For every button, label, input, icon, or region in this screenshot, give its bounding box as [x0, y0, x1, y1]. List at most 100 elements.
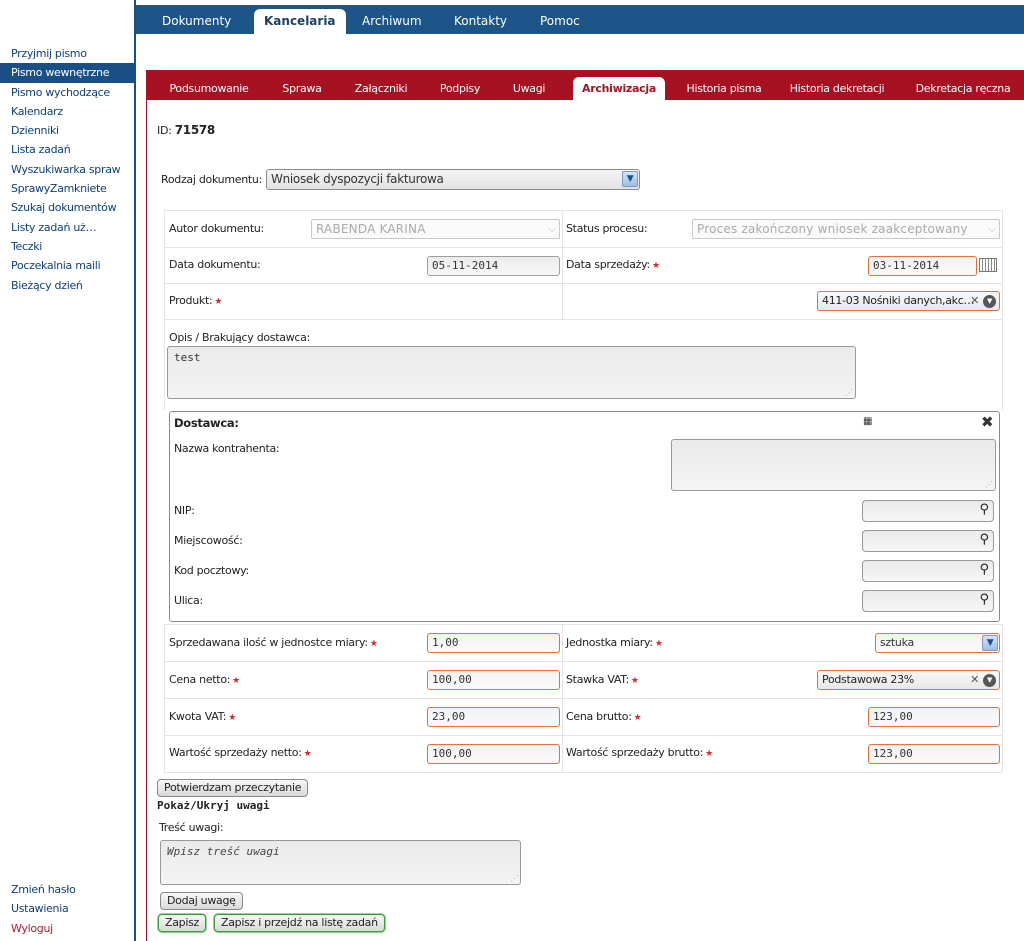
sidebar-item-pismo-wychodzace[interactable]: Pismo wychodzące: [0, 83, 135, 102]
close-icon[interactable]: ✖: [981, 413, 994, 431]
divider: [164, 698, 1002, 699]
tab-dokumenty[interactable]: Dokumenty: [152, 9, 241, 34]
subtab-podsumowanie[interactable]: Podsumowanie: [169, 77, 249, 100]
grid-icon[interactable]: ▦: [863, 416, 872, 427]
calendar-icon[interactable]: [979, 258, 997, 272]
unit-label: Jednostka miary: ★: [566, 636, 663, 649]
tab-archiwum[interactable]: Archiwum: [352, 9, 432, 34]
chevron-down-icon: ▼: [982, 635, 998, 651]
street-label: Ulica:: [174, 594, 203, 607]
settings-link[interactable]: Ustawienia: [0, 899, 135, 918]
sale-date-field[interactable]: 03-11-2014: [868, 256, 977, 276]
subtab-dekretacja-reczna[interactable]: Dekretacja ręczna: [913, 77, 1013, 100]
subtab-uwagi[interactable]: Uwagi: [507, 77, 551, 100]
subtab-historia-dekretacji[interactable]: Historia dekretacji: [787, 77, 887, 100]
save-button[interactable]: Zapisz: [158, 914, 207, 932]
city-search-input[interactable]: ⚲: [862, 530, 994, 552]
supplier-title: Dostawca:: [174, 416, 239, 430]
chevron-down-icon[interactable]: ▼: [983, 674, 996, 687]
resize-grip-icon[interactable]: ⋰: [985, 481, 993, 489]
required-star-icon: ★: [228, 713, 236, 723]
divider: [164, 247, 1002, 248]
tab-kancelaria[interactable]: Kancelaria: [254, 9, 346, 34]
gross-sale-value-input[interactable]: 123,00: [868, 744, 1000, 764]
nip-label: NIP:: [174, 504, 195, 517]
add-note-button[interactable]: Dodaj uwagę: [160, 892, 243, 910]
product-select[interactable]: 411-03 Nośniki danych,akc… ✕ ▼: [817, 291, 1000, 311]
street-search-input[interactable]: ⚲: [862, 590, 994, 612]
vat-rate-select[interactable]: Podstawowa 23% ✕ ▼: [817, 670, 1000, 690]
contractor-name-textarea[interactable]: ⋰: [671, 439, 996, 491]
divider: [164, 210, 165, 410]
document-panel: Podsumowanie Sprawa Załączniki Podpisy U…: [146, 70, 1024, 941]
sidebar-item-sprawy-zamkniete[interactable]: SprawyZamkniete: [0, 179, 135, 198]
search-icon[interactable]: ⚲: [979, 562, 989, 577]
author-select: RABENDA KARINA ⌵: [311, 219, 560, 239]
divider: [1002, 624, 1003, 772]
description-label: Opis / Brakujący dostawca:: [169, 331, 310, 344]
unit-select[interactable]: sztuka ▼: [875, 633, 1000, 653]
document-id: ID: 71578: [157, 123, 215, 137]
divider: [164, 624, 165, 772]
divider: [1002, 210, 1003, 410]
chevron-down-icon[interactable]: ▼: [983, 295, 996, 308]
chevron-down-icon: ⌵: [988, 224, 996, 235]
description-textarea[interactable]: test ⋰: [167, 346, 856, 399]
tab-kontakty[interactable]: Kontakty: [444, 9, 517, 34]
net-price-label: Cena netto: ★: [169, 673, 240, 686]
clear-icon[interactable]: ✕: [970, 292, 979, 310]
confirm-read-button[interactable]: Potwierdzam przeczytanie: [157, 779, 309, 797]
net-sale-value-label: Wartość sprzedaży netto: ★: [169, 746, 312, 759]
sidebar-item-listy-zadan-uz[interactable]: Listy zadań uż…: [0, 218, 135, 237]
clear-icon[interactable]: ✕: [970, 671, 979, 689]
sidebar-item-kalendarz[interactable]: Kalendarz: [0, 102, 135, 121]
required-star-icon: ★: [651, 261, 660, 271]
top-navigation: Dokumenty Kancelaria Archiwum Kontakty P…: [136, 5, 1024, 34]
document-type-select[interactable]: Wniosek dyspozycji fakturowa ▼: [266, 169, 640, 190]
sidebar-item-pismo-wewnetrzne[interactable]: Pismo wewnętrzne: [0, 63, 135, 83]
sidebar-item-poczekalnia-maili[interactable]: Poczekalnia maili: [0, 256, 135, 275]
divider: [562, 624, 563, 772]
logout-link[interactable]: Wyloguj: [0, 919, 135, 938]
gross-price-label: Cena brutto: ★: [566, 710, 642, 723]
change-password-link[interactable]: Zmień hasło: [0, 880, 135, 899]
search-icon[interactable]: ⚲: [979, 532, 989, 547]
note-content-textarea[interactable]: Wpisz treść uwagi ⋰: [160, 840, 521, 885]
subtab-zalaczniki[interactable]: Załączniki: [351, 77, 411, 100]
doc-date-label: Data dokumentu:: [169, 258, 261, 271]
search-icon[interactable]: ⚲: [979, 502, 989, 517]
subtab-archiwizacja[interactable]: Archiwizacja: [573, 77, 665, 100]
postal-code-label: Kod pocztowy:: [174, 564, 249, 577]
document-subtabs: Podsumowanie Sprawa Załączniki Podpisy U…: [147, 71, 1024, 100]
sidebar-item-teczki[interactable]: Teczki: [0, 237, 135, 256]
net-sale-value-input[interactable]: 100,00: [427, 744, 560, 764]
subtab-sprawa[interactable]: Sprawa: [277, 77, 327, 100]
sidebar-nav: Przyjmij pismo Pismo wewnętrzne Pismo wy…: [0, 44, 135, 295]
sidebar-item-wyszukiwarka-spraw[interactable]: Wyszukiwarka spraw: [0, 160, 135, 179]
sidebar-item-przyjmij-pismo[interactable]: Przyjmij pismo: [0, 44, 135, 63]
vat-amount-input[interactable]: 23,00: [427, 707, 560, 727]
subtab-podpisy[interactable]: Podpisy: [435, 77, 485, 100]
product-label: Produkt: ★: [169, 294, 223, 307]
sidebar-item-szukaj-dokumentow[interactable]: Szukaj dokumentów: [0, 198, 135, 217]
divider: [562, 210, 563, 319]
search-icon[interactable]: ⚲: [979, 592, 989, 607]
resize-grip-icon[interactable]: ⋰: [510, 875, 518, 883]
quantity-input[interactable]: 1,00: [427, 633, 560, 653]
sidebar-bottom: Zmień hasło Ustawienia Wyloguj: [0, 880, 135, 938]
note-content-label: Treść uwagi:: [159, 821, 224, 834]
postal-code-search-input[interactable]: ⚲: [862, 560, 994, 582]
subtab-historia-pisma[interactable]: Historia pisma: [683, 77, 765, 100]
resize-grip-icon[interactable]: ⋰: [845, 389, 853, 397]
gross-price-input[interactable]: 123,00: [868, 707, 1000, 727]
net-price-input[interactable]: 100,00: [427, 670, 560, 690]
required-star-icon: ★: [633, 713, 642, 723]
nip-search-input[interactable]: ⚲: [862, 500, 994, 522]
sidebar-item-biezacy-dzien[interactable]: Bieżący dzień: [0, 276, 135, 295]
toggle-notes-link[interactable]: Pokaż/Ukryj uwagi: [157, 799, 270, 812]
sidebar-item-dzienniki[interactable]: Dzienniki: [0, 121, 135, 140]
save-and-go-to-tasks-button[interactable]: Zapisz i przejdź na listę zadań: [214, 914, 385, 932]
sidebar: Przyjmij pismo Pismo wewnętrzne Pismo wy…: [0, 0, 136, 941]
tab-pomoc[interactable]: Pomoc: [530, 9, 590, 34]
sidebar-item-lista-zadan[interactable]: Lista zadań: [0, 140, 135, 159]
